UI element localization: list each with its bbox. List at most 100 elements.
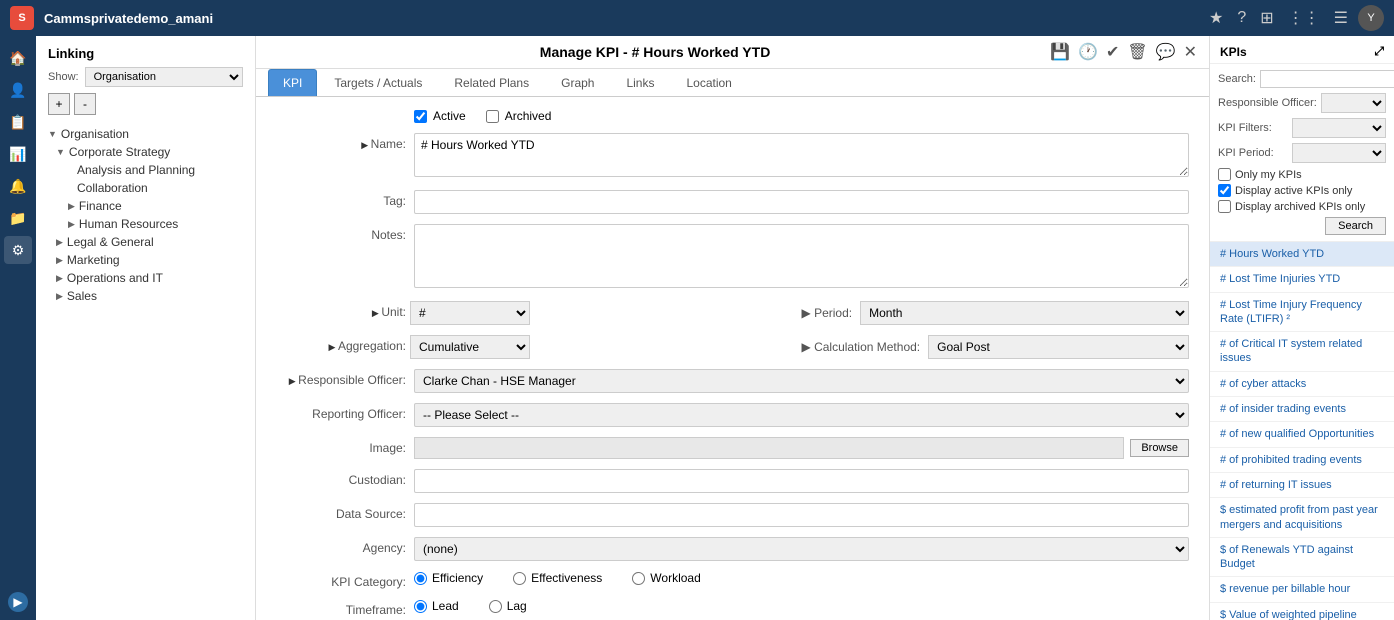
kpi-panel-expand-icon[interactable]: ⤢ — [1374, 44, 1384, 59]
active-checkbox[interactable] — [414, 110, 427, 123]
timeframe-label: Timeframe: — [276, 599, 406, 617]
help-icon[interactable]: ? — [1237, 9, 1246, 27]
toolbar-title: Manage KPI - # Hours Worked YTD — [268, 44, 1042, 60]
responsible-officer-select[interactable]: Clarke Chan - HSE Manager — [414, 369, 1189, 393]
kpi-list-item[interactable]: # of prohibited trading events — [1210, 448, 1394, 473]
workload-radio[interactable] — [632, 572, 645, 585]
responsible-officer-row: Responsible Officer: Clarke Chan - HSE M… — [276, 369, 1189, 393]
lag-radio[interactable] — [489, 600, 502, 613]
custodian-input[interactable] — [414, 469, 1189, 493]
kpi-list-item[interactable]: # of new qualified Opportunities — [1210, 422, 1394, 447]
efficiency-radio[interactable] — [414, 572, 427, 585]
kpi-list-item[interactable]: # of cyber attacks — [1210, 372, 1394, 397]
kpi-period-select[interactable] — [1292, 143, 1386, 163]
add-button[interactable]: + — [48, 93, 70, 115]
kpi-search-button[interactable]: Search — [1325, 217, 1386, 235]
kpi-list-item[interactable]: # of Critical IT system related issues — [1210, 332, 1394, 372]
star-icon[interactable]: ★ — [1209, 8, 1223, 28]
nav-collapse-arrow[interactable]: ▶ — [8, 592, 28, 612]
apps-icon[interactable]: ⋮⋮ — [1288, 8, 1320, 28]
tree: ▼ Organisation ▼ Corporate Strategy Anal… — [36, 121, 255, 620]
menu-icon[interactable]: ☰ — [1334, 8, 1348, 28]
only-my-kpis-checkbox[interactable] — [1218, 168, 1231, 181]
period-select[interactable]: Month — [860, 301, 1189, 325]
tag-input[interactable] — [414, 190, 1189, 214]
nav-user-icon[interactable]: 👤 — [4, 76, 32, 104]
grid-icon[interactable]: ⊞ — [1260, 8, 1273, 28]
notes-input[interactable] — [414, 224, 1189, 288]
tree-item-corporate-strategy[interactable]: ▼ Corporate Strategy — [36, 143, 255, 161]
kpi-category-workload: Workload — [632, 571, 700, 585]
aggregation-select[interactable]: Cumulative — [410, 335, 530, 359]
nav-settings-icon[interactable]: ⚙ — [4, 236, 32, 264]
responsible-officer-filter-row: Responsible Officer: — [1218, 93, 1386, 113]
name-label: Name: — [276, 133, 406, 151]
kpi-list-item[interactable]: $ Value of weighted pipeline — [1210, 603, 1394, 620]
tri-icon: ▶ — [56, 291, 63, 302]
kpi-list-item[interactable]: # Lost Time Injury Frequency Rate (LTIFR… — [1210, 293, 1394, 333]
calc-method-select[interactable]: Goal Post — [928, 335, 1189, 359]
kpi-search-area: Search: Responsible Officer: KPI Filters… — [1210, 64, 1394, 242]
nav-folder-icon[interactable]: 📁 — [4, 204, 32, 232]
name-input[interactable] — [414, 133, 1189, 177]
name-control — [414, 133, 1189, 180]
reporting-officer-select[interactable]: -- Please Select -- — [414, 403, 1189, 427]
nav-chart-icon[interactable]: 📊 — [4, 140, 32, 168]
delete-icon[interactable]: 🗑 — [1127, 42, 1147, 62]
agency-select[interactable]: (none) — [414, 537, 1189, 561]
responsible-officer-filter-select[interactable] — [1321, 93, 1386, 113]
kpi-filters-select[interactable] — [1292, 118, 1386, 138]
kpi-panel-title: KPIs — [1220, 45, 1247, 59]
effectiveness-radio[interactable] — [513, 572, 526, 585]
kpi-list-item[interactable]: # Hours Worked YTD — [1210, 242, 1394, 267]
browse-button[interactable]: Browse — [1130, 439, 1189, 457]
responsible-officer-label: Responsible Officer: — [276, 369, 406, 387]
save-icon[interactable]: 💾 — [1050, 42, 1070, 62]
archived-checkbox[interactable] — [486, 110, 499, 123]
app-logo: S — [10, 6, 34, 30]
kpi-list-item[interactable]: $ revenue per billable hour — [1210, 577, 1394, 602]
tree-item-analysis-planning[interactable]: Analysis and Planning — [36, 161, 255, 179]
kpi-list-item[interactable]: # Lost Time Injuries YTD — [1210, 267, 1394, 292]
comment-icon[interactable]: 💬 — [1156, 42, 1176, 62]
display-archived-checkbox[interactable] — [1218, 200, 1231, 213]
display-active-checkbox[interactable] — [1218, 184, 1231, 197]
data-source-control — [414, 503, 1189, 527]
kpi-category-control: Efficiency Effectiveness Workload — [414, 571, 1189, 585]
close-icon[interactable]: ✕ — [1184, 42, 1197, 62]
remove-button[interactable]: - — [74, 93, 96, 115]
tab-kpi[interactable]: KPI — [268, 69, 317, 96]
kpi-panel: KPIs ⤢ Search: Responsible Officer: KPI … — [1209, 36, 1394, 620]
kpi-category-radio-group: Efficiency Effectiveness Workload — [414, 571, 1189, 585]
nav-bell-icon[interactable]: 🔔 — [4, 172, 32, 200]
nav-list-icon[interactable]: 📋 — [4, 108, 32, 136]
show-select[interactable]: Organisation — [85, 67, 243, 87]
lead-radio[interactable] — [414, 600, 427, 613]
nav-home-icon[interactable]: 🏠 — [4, 44, 32, 72]
tree-item-finance[interactable]: ▶ Finance — [36, 197, 255, 215]
approve-icon[interactable]: ✔ — [1106, 42, 1119, 62]
custodian-label: Custodian: — [276, 469, 406, 487]
kpi-list-item[interactable]: $ of Renewals YTD against Budget — [1210, 538, 1394, 578]
user-avatar[interactable]: Y — [1358, 5, 1384, 31]
tree-item-operations-it[interactable]: ▶ Operations and IT — [36, 269, 255, 287]
tab-links[interactable]: Links — [611, 69, 669, 96]
unit-select[interactable]: # — [410, 301, 530, 325]
kpi-list-item[interactable]: # of returning IT issues — [1210, 473, 1394, 498]
tab-related-plans[interactable]: Related Plans — [439, 69, 544, 96]
tree-item-collaboration[interactable]: Collaboration — [36, 179, 255, 197]
kpi-list-item[interactable]: $ estimated profit from past year merger… — [1210, 498, 1394, 538]
data-source-input[interactable] — [414, 503, 1189, 527]
tree-item-marketing[interactable]: ▶ Marketing — [36, 251, 255, 269]
history-icon[interactable]: 🕐 — [1078, 42, 1098, 62]
tab-graph[interactable]: Graph — [546, 69, 609, 96]
tree-item-legal-general[interactable]: ▶ Legal & General — [36, 233, 255, 251]
tree-item-human-resources[interactable]: ▶ Human Resources — [36, 215, 255, 233]
kpi-list-item[interactable]: # of insider trading events — [1210, 397, 1394, 422]
tree-item-sales[interactable]: ▶ Sales — [36, 287, 255, 305]
tree-item-organisation[interactable]: ▼ Organisation — [36, 125, 255, 143]
effectiveness-label: Effectiveness — [531, 571, 602, 585]
tab-location[interactable]: Location — [671, 69, 746, 96]
kpi-search-input[interactable] — [1260, 70, 1394, 88]
tab-targets-actuals[interactable]: Targets / Actuals — [319, 69, 437, 96]
